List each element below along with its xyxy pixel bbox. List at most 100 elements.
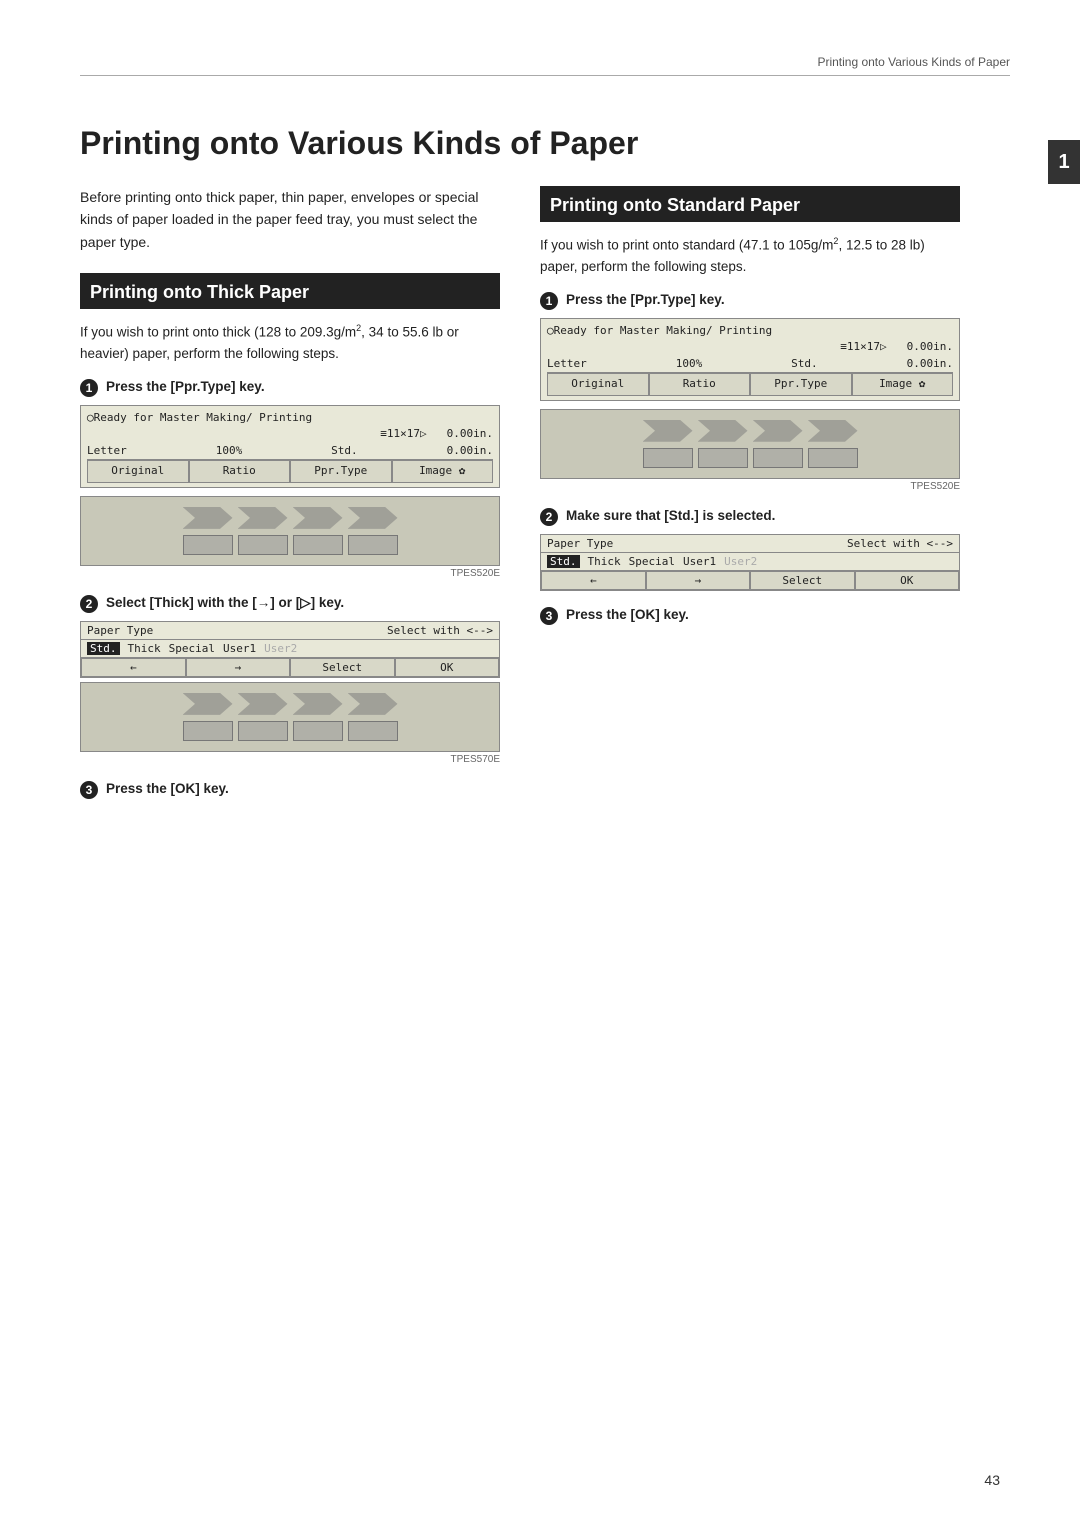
panel-graphic-left1	[80, 496, 500, 566]
pt-header-right2: Paper Type Select with <-->	[541, 535, 959, 553]
lcd-btn-original: Original	[87, 460, 189, 483]
panel-arrow3	[293, 507, 343, 529]
step1-circle-right: 1	[540, 292, 558, 310]
header-text: Printing onto Various Kinds of Paper	[817, 55, 1010, 69]
lcd-r1-line2: ≡11×17▷ 0.00in.	[547, 339, 953, 356]
r1-panel-btn4	[808, 448, 858, 468]
step2-circle-right: 2	[540, 508, 558, 526]
page-title: Printing onto Various Kinds of Paper	[80, 115, 1010, 162]
step3-circle-left: 3	[80, 781, 98, 799]
pt-btns-right2: ← → Select OK	[541, 571, 959, 590]
r-pt-btn-ok[interactable]: OK	[855, 571, 960, 590]
panel-graphic-left2	[80, 682, 500, 752]
lcd-line1: ◯Ready for Master Making/ Printing	[87, 410, 493, 427]
pt-btn-fwd[interactable]: →	[186, 658, 291, 677]
panel-arrow-b	[238, 693, 288, 715]
left-section-heading: Printing onto Thick Paper	[80, 273, 500, 309]
right-step1-label: 1 Press the [Ppr.Type] key.	[540, 292, 960, 310]
two-col-layout: Before printing onto thick paper, thin p…	[80, 186, 1010, 815]
right-step1-screen: ◯Ready for Master Making/ Printing ≡11×1…	[540, 318, 960, 401]
panel-btn-a	[183, 721, 233, 741]
pt-opt-std-selected: Std.	[87, 642, 120, 655]
page-number: 43	[984, 1472, 1000, 1488]
step3-circle-right: 3	[540, 607, 558, 625]
panel-graphic-right1	[540, 409, 960, 479]
lcd-btn-image: Image ✿	[392, 460, 494, 483]
r-pt-opt-std-selected: Std.	[547, 555, 580, 568]
r1-panel-btn3	[753, 448, 803, 468]
left-step3: 3 Press the [OK] key.	[80, 781, 500, 799]
r1-panel-arrow4	[808, 420, 858, 442]
lcd-btn-ratio: Ratio	[189, 460, 291, 483]
right-column: Printing onto Standard Paper If you wish…	[540, 186, 960, 815]
r1-panel-btn2	[698, 448, 748, 468]
lcd-btn-row: Original Ratio Ppr.Type Image ✿	[87, 459, 493, 483]
r-pt-opt-user1: User1	[683, 555, 716, 568]
lcd-r1-btn-ratio: Ratio	[649, 373, 751, 396]
right-step2: 2 Make sure that [Std.] is selected. Pap…	[540, 508, 960, 591]
pt-btn-back[interactable]: ←	[81, 658, 186, 677]
r1-panel-arrow3	[753, 420, 803, 442]
lcd-btn-pprtype: Ppr.Type	[290, 460, 392, 483]
panel-arrow1	[183, 507, 233, 529]
left-step1: 1 Press the [Ppr.Type] key. ◯Ready for M…	[80, 379, 500, 579]
left-step3-label: 3 Press the [OK] key.	[80, 781, 500, 799]
panel-btn1	[183, 535, 233, 555]
left-step1-label: 1 Press the [Ppr.Type] key.	[80, 379, 500, 397]
header-line: Printing onto Various Kinds of Paper	[80, 55, 1010, 76]
panel-btn3	[293, 535, 343, 555]
lcd-line3: Letter 100% Std. 0.00in.	[87, 443, 493, 460]
r-pt-btn-fwd[interactable]: →	[646, 571, 751, 590]
left-step2: 2 Select [Thick] with the [→] or [▷] key…	[80, 595, 500, 765]
right-step1: 1 Press the [Ppr.Type] key. ◯Ready for M…	[540, 292, 960, 492]
lcd-r1-line1: ◯Ready for Master Making/ Printing	[547, 323, 953, 340]
panel-btn-b	[238, 721, 288, 741]
right-section-body: If you wish to print onto standard (47.1…	[540, 234, 960, 278]
r-pt-opt-user2: User2	[724, 555, 757, 568]
panel-arrow-c	[293, 693, 343, 715]
step2-circle: 2	[80, 595, 98, 613]
left-column: Before printing onto thick paper, thin p…	[80, 186, 500, 815]
pt-opt-thick: Thick	[128, 642, 161, 655]
r1-panel-btn1	[643, 448, 693, 468]
left-step2-caption: TPES570E	[80, 754, 500, 765]
panel-btn2	[238, 535, 288, 555]
panel-btn4	[348, 535, 398, 555]
left-section-body: If you wish to print onto thick (128 to …	[80, 321, 500, 365]
panel-arrow4	[348, 507, 398, 529]
pt-opt-user2: User2	[264, 642, 297, 655]
section-tab: 1	[1048, 140, 1080, 184]
right-step3-label: 3 Press the [OK] key.	[540, 607, 960, 625]
panel-arrow-d	[348, 693, 398, 715]
left-step2-label: 2 Select [Thick] with the [→] or [▷] key…	[80, 595, 500, 613]
right-step2-label: 2 Make sure that [Std.] is selected.	[540, 508, 960, 526]
panel-btns-right1	[643, 448, 858, 468]
panel-arrows-right1	[643, 420, 858, 442]
r-pt-btn-select[interactable]: Select	[750, 571, 855, 590]
left-step1-screen: ◯Ready for Master Making/ Printing ≡11×1…	[80, 405, 500, 488]
right-step2-screen: Paper Type Select with <--> Std. Thick S…	[540, 534, 960, 591]
right-step1-caption: TPES520E	[540, 481, 960, 492]
pt-options-left2: Std. Thick Special User1 User2	[81, 640, 499, 658]
intro-text: Before printing onto thick paper, thin p…	[80, 186, 500, 253]
pt-header-left2: Paper Type Select with <-->	[81, 622, 499, 640]
pt-btn-select[interactable]: Select	[290, 658, 395, 677]
left-step2-screen: Paper Type Select with <--> Std. Thick S…	[80, 621, 500, 678]
lcd-r1-btn-pprtype: Ppr.Type	[750, 373, 852, 396]
lcd-display-left1: ◯Ready for Master Making/ Printing ≡11×1…	[80, 405, 500, 488]
pt-opt-user1: User1	[223, 642, 256, 655]
pt-opt-special: Special	[169, 642, 215, 655]
panel-btn-c	[293, 721, 343, 741]
r-pt-opt-special: Special	[629, 555, 675, 568]
panel-arrows-left1	[183, 507, 398, 529]
pt-btn-ok[interactable]: OK	[395, 658, 500, 677]
left-step1-caption: TPES520E	[80, 568, 500, 579]
step1-circle: 1	[80, 379, 98, 397]
panel-arrow-a	[183, 693, 233, 715]
panel-btn-d	[348, 721, 398, 741]
lcd-r1-btn-row: Original Ratio Ppr.Type Image ✿	[547, 372, 953, 396]
panel-arrows-left2	[183, 693, 398, 715]
r-pt-btn-back[interactable]: ←	[541, 571, 646, 590]
lcd-display-right1: ◯Ready for Master Making/ Printing ≡11×1…	[540, 318, 960, 401]
lcd-line2: ≡11×17▷ 0.00in.	[87, 426, 493, 443]
